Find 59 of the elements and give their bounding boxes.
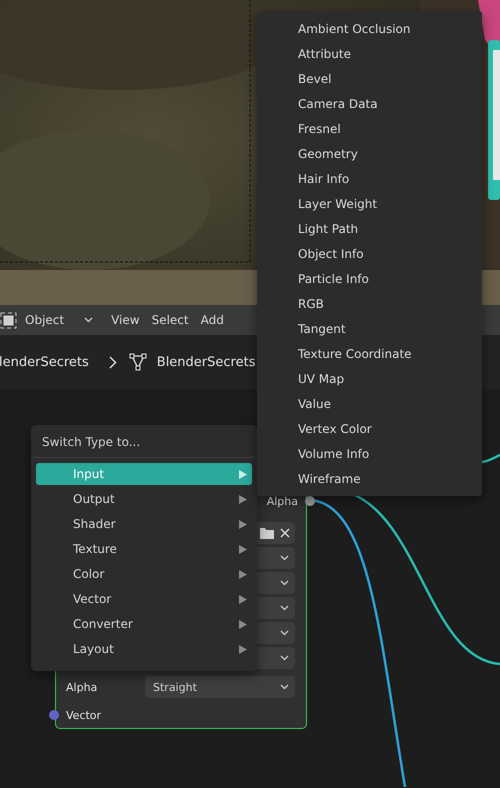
submenu-arrow-icon — [239, 520, 247, 528]
submenu-arrow-icon — [239, 544, 247, 554]
menu-item[interactable]: Layer Weight — [257, 191, 482, 216]
submenu-arrow-icon — [239, 494, 247, 504]
submenu-arrow-icon — [239, 594, 247, 604]
menu-item[interactable]: Vertex Color — [257, 416, 482, 441]
breadcrumb-item: lenderSecrets — [0, 354, 89, 370]
menu-item[interactable]: Shader — [36, 513, 252, 535]
wire — [482, 454, 500, 464]
chevron-down-icon — [280, 580, 289, 586]
socket-label: Vector — [66, 708, 102, 722]
chevron-down-icon — [280, 684, 289, 690]
chevron-down-icon — [280, 655, 289, 661]
breadcrumb-item: BlenderSecrets — [156, 354, 256, 370]
menu-item[interactable]: Object Info — [257, 241, 482, 266]
menu-item[interactable]: RGB — [257, 291, 482, 316]
menu-item[interactable]: Texture — [36, 538, 252, 560]
socket-icon[interactable] — [305, 496, 315, 506]
menu-item[interactable]: Layout — [36, 638, 252, 660]
menu-item[interactable]: View — [111, 313, 140, 327]
chevron-down-icon — [84, 317, 94, 323]
menu-item[interactable]: Select — [152, 313, 189, 327]
mode-selector[interactable]: Object — [25, 313, 64, 327]
menu-item[interactable]: Fresnel — [257, 116, 482, 141]
menu-item[interactable]: Hair Info — [257, 166, 482, 191]
menu-item[interactable]: Add — [200, 313, 224, 327]
folder-icon — [260, 527, 274, 539]
menu-item[interactable]: Volume Info — [257, 441, 482, 466]
socket-label: Alpha — [266, 494, 298, 508]
menu-item[interactable]: Value — [257, 391, 482, 416]
menu-item[interactable]: Bevel — [257, 66, 482, 91]
menu-item[interactable]: Output — [36, 488, 252, 510]
chevron-right-icon — [108, 356, 117, 368]
menu-item[interactable]: Color — [36, 563, 252, 585]
submenu-arrow-icon — [239, 470, 247, 478]
chevron-down-icon — [280, 630, 289, 636]
menu-item[interactable]: Geometry — [257, 141, 482, 166]
socket-icon[interactable] — [49, 710, 59, 720]
menu-item[interactable]: Light Path — [257, 216, 482, 241]
menu-item[interactable]: Texture Coordinate — [257, 341, 482, 366]
menu-item[interactable]: Wireframe — [257, 466, 482, 491]
field-label: Alpha — [66, 680, 98, 694]
menu-item[interactable]: Ambient Occlusion — [257, 16, 482, 41]
menu-item[interactable]: Tangent — [257, 316, 482, 341]
menu-item[interactable]: Attribute — [257, 41, 482, 66]
menu-item[interactable]: Vector — [36, 588, 252, 610]
submenu-arrow-icon — [239, 570, 247, 578]
submenu-arrow-icon — [239, 620, 247, 628]
menu-item[interactable]: Camera Data — [257, 91, 482, 116]
menu-item[interactable]: Converter — [36, 613, 252, 635]
chevron-down-icon — [280, 605, 289, 611]
submenu-arrow-icon — [239, 644, 247, 654]
chevron-down-icon — [280, 555, 289, 561]
dropdown-field[interactable]: Straight — [145, 676, 295, 698]
menu-item[interactable]: UV Map — [257, 366, 482, 391]
close-icon — [280, 528, 290, 538]
object-mode-icon[interactable] — [0, 312, 17, 328]
menu-item[interactable]: Particle Info — [257, 266, 482, 291]
mesh-icon — [128, 353, 147, 371]
